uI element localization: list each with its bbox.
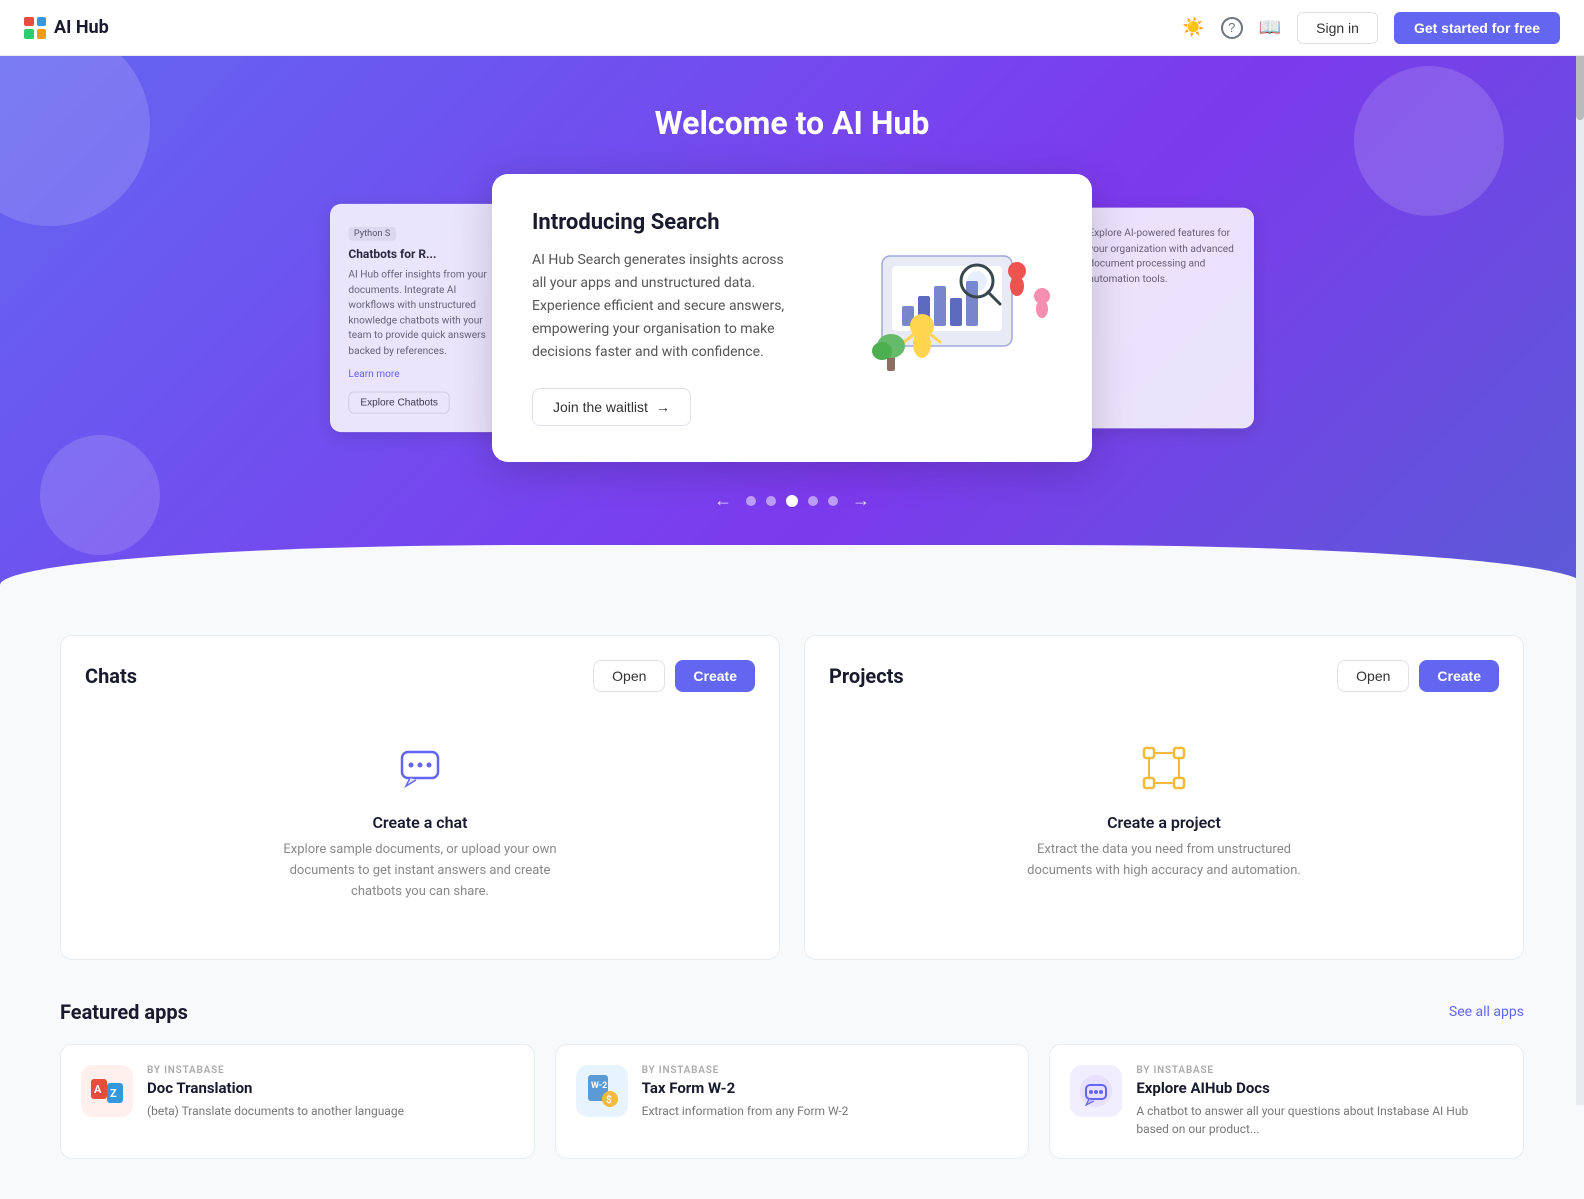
doc-translation-icon: A Z	[81, 1065, 133, 1117]
chats-empty-body: Explore sample documents, or upload your…	[280, 840, 560, 902]
panels-grid: Chats Open Create Create	[60, 635, 1524, 959]
carousel-controls: ← →	[0, 486, 1584, 515]
get-started-button[interactable]: Get started for free	[1394, 12, 1560, 44]
doc-translation-info: BY INSTABASE Doc Translation (beta) Tran…	[147, 1065, 514, 1120]
carousel-track: Python S Chatbots for R... AI Hub offer …	[342, 174, 1242, 462]
card-heading: Introducing Search	[532, 210, 800, 235]
svg-text:$: $	[606, 1093, 612, 1106]
app-name: Tax Form W-2	[642, 1079, 1009, 1097]
tax-form-info: BY INSTABASE Tax Form W-2 Extract inform…	[642, 1065, 1009, 1120]
app-card-tax-form[interactable]: W-2 $ BY INSTABASE Tax Form W-2 Extract …	[555, 1044, 1030, 1159]
explore-docs-icon	[1070, 1065, 1122, 1117]
project-icon	[1140, 744, 1188, 801]
svg-text:Z: Z	[110, 1087, 117, 1100]
carousel-dot-4[interactable]	[808, 496, 818, 506]
featured-apps-section: Featured apps See all apps A Z BY INSTAB…	[60, 1000, 1524, 1159]
chats-create-button[interactable]: Create	[675, 660, 755, 692]
help-button[interactable]: ?	[1221, 17, 1243, 39]
app-by-label: BY INSTABASE	[147, 1065, 514, 1076]
carousel-dot-2[interactable]	[766, 496, 776, 506]
apps-grid: A Z BY INSTABASE Doc Translation (beta) …	[60, 1044, 1524, 1159]
app-name: Explore AIHub Docs	[1136, 1079, 1503, 1097]
card-learn-more-link[interactable]: Learn more	[348, 368, 399, 380]
app-by-label: BY INSTABASE	[1136, 1065, 1503, 1076]
project-frame-svg	[1140, 744, 1188, 792]
projects-panel-header: Projects Open Create	[829, 660, 1499, 692]
theme-toggle-button[interactable]: ☀️	[1182, 17, 1204, 38]
projects-panel: Projects Open Create	[804, 635, 1524, 959]
app-desc: A chatbot to answer all your questions a…	[1136, 1102, 1503, 1138]
arrow-icon: →	[656, 399, 670, 415]
sun-icon: ☀️	[1182, 17, 1204, 38]
chats-title: Chats	[85, 664, 137, 688]
carousel-next-button[interactable]: →	[848, 486, 874, 515]
explore-chatbots-button[interactable]: Explore Chatbots	[348, 392, 450, 414]
chats-panel: Chats Open Create Create	[60, 635, 780, 959]
search-illustration-svg	[832, 226, 1052, 406]
card-illustration	[832, 226, 1052, 410]
chats-empty-heading: Create a chat	[372, 813, 467, 832]
tax-form-icon: W-2 $	[576, 1065, 628, 1117]
card-body: AI Hub Search generates insights across …	[532, 249, 800, 364]
chats-panel-header: Chats Open Create	[85, 660, 755, 692]
chats-open-button[interactable]: Open	[593, 660, 665, 692]
navbar-brand: AI Hub	[24, 17, 109, 39]
chats-panel-buttons: Open Create	[593, 660, 755, 692]
card-tag: Python S	[348, 227, 395, 241]
help-icon: ?	[1221, 17, 1243, 39]
scrollbar[interactable]	[1576, 0, 1584, 1105]
projects-create-button[interactable]: Create	[1419, 660, 1499, 692]
projects-open-button[interactable]: Open	[1337, 660, 1409, 692]
projects-empty-heading: Create a project	[1107, 813, 1221, 832]
navbar-actions: ☀️ ? 📖 Sign in Get started for free	[1182, 12, 1560, 44]
projects-title: Projects	[829, 664, 904, 688]
card-content: Introducing Search AI Hub Search generat…	[532, 210, 800, 426]
carousel-side-card-left: Python S Chatbots for R... AI Hub offer …	[330, 204, 514, 432]
hero-title: Welcome to AI Hub	[0, 104, 1584, 142]
chats-empty-state: Create a chat Explore sample documents, …	[85, 712, 755, 934]
book-icon: 📖	[1259, 17, 1281, 38]
see-all-apps-link[interactable]: See all apps	[1449, 1004, 1524, 1020]
navbar: AI Hub ☀️ ? 📖 Sign in Get started for fr…	[0, 0, 1584, 56]
app-name: Doc Translation	[147, 1079, 514, 1097]
docs-button[interactable]: 📖	[1259, 17, 1281, 38]
svg-text:W-2: W-2	[591, 1081, 607, 1091]
app-card-explore-docs[interactable]: BY INSTABASE Explore AIHub Docs A chatbo…	[1049, 1044, 1524, 1159]
brand-name: AI Hub	[54, 17, 109, 38]
carousel-dot-5[interactable]	[828, 496, 838, 506]
projects-empty-state: Create a project Extract the data you ne…	[829, 712, 1499, 914]
projects-empty-body: Extract the data you need from unstructu…	[1024, 840, 1304, 882]
projects-panel-buttons: Open Create	[1337, 660, 1499, 692]
waitlist-label: Join the waitlist	[553, 399, 648, 415]
carousel: Python S Chatbots for R... AI Hub offer …	[0, 174, 1584, 462]
carousel-prev-button[interactable]: ←	[710, 486, 736, 515]
carousel-main-card: Introducing Search AI Hub Search generat…	[492, 174, 1092, 462]
chat-icon	[396, 744, 444, 801]
carousel-side-card-right: Explore AI-powered features for your org…	[1070, 208, 1254, 429]
content-section: Chats Open Create Create	[0, 595, 1584, 1198]
featured-header: Featured apps See all apps	[60, 1000, 1524, 1024]
hero-section: Welcome to AI Hub Python S Chatbots for …	[0, 56, 1584, 595]
card-heading: Chatbots for R...	[348, 248, 495, 262]
logo-grid-icon	[24, 17, 46, 39]
card-body-right: Explore AI-powered features for your org…	[1088, 226, 1235, 287]
carousel-dot-1[interactable]	[746, 496, 756, 506]
signin-button[interactable]: Sign in	[1297, 12, 1378, 44]
join-waitlist-button[interactable]: Join the waitlist →	[532, 388, 691, 426]
svg-text:A: A	[94, 1083, 102, 1096]
chat-bubble-svg	[396, 744, 444, 792]
carousel-dot-3[interactable]	[786, 495, 798, 507]
card-body: AI Hub offer insights from your document…	[348, 268, 495, 359]
explore-docs-info: BY INSTABASE Explore AIHub Docs A chatbo…	[1136, 1065, 1503, 1138]
app-card-doc-translation[interactable]: A Z BY INSTABASE Doc Translation (beta) …	[60, 1044, 535, 1159]
featured-title: Featured apps	[60, 1000, 188, 1024]
app-by-label: BY INSTABASE	[642, 1065, 1009, 1076]
